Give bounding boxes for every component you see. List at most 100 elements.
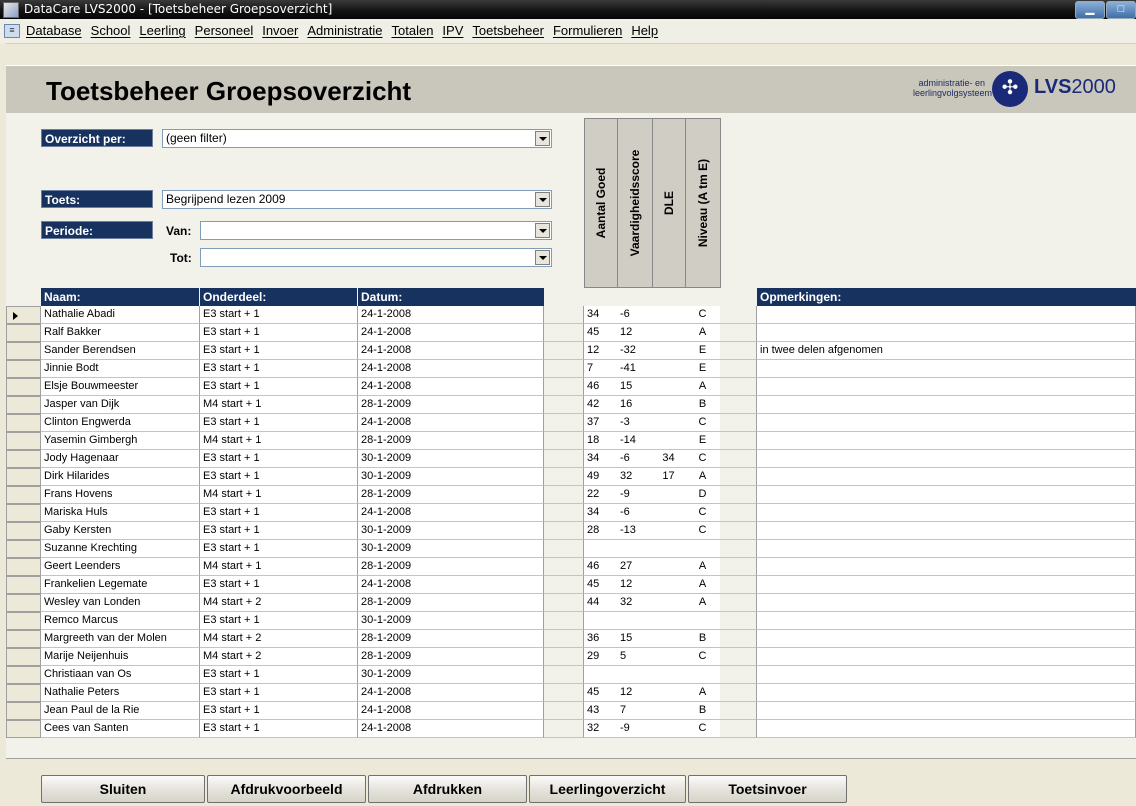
cell-goed[interactable]: 29 [584,648,618,666]
cell-onderdeel[interactable]: E3 start + 1 [200,468,358,486]
van-combo[interactable] [200,221,552,240]
cell-dle[interactable] [652,648,686,666]
cell-niveau[interactable]: B [685,396,721,414]
cell-datum[interactable]: 24-1-2008 [358,504,544,522]
row-selector[interactable] [6,396,41,414]
table-row[interactable]: Mariska Huls E3 start + 1 24-1-2008 34 -6 C [6,504,1136,522]
cell-opm[interactable] [757,450,1136,468]
cell-onderdeel[interactable]: E3 start + 1 [200,540,358,558]
cell-onderdeel[interactable]: E3 start + 1 [200,666,358,684]
cell-datum[interactable]: 28-1-2009 [358,630,544,648]
cell-onderdeel[interactable]: E3 start + 1 [200,324,358,342]
cell-naam[interactable]: Wesley van Londen [41,594,200,612]
cell-datum[interactable]: 24-1-2008 [358,702,544,720]
cell-opm[interactable] [757,414,1136,432]
cell-naam[interactable]: Gaby Kersten [41,522,200,540]
table-row[interactable]: Margreeth van der Molen M4 start + 2 28-1-… [6,630,1136,648]
sluiten-button[interactable]: Sluiten [41,775,205,803]
cell-datum[interactable]: 28-1-2009 [358,558,544,576]
cell-niveau[interactable]: B [685,630,721,648]
row-selector[interactable] [6,594,41,612]
leerlingoverzicht-button[interactable]: Leerlingoverzicht [529,775,686,803]
cell-vaard[interactable]: -9 [617,486,653,504]
table-row[interactable]: Frankelien Legemate E3 start + 1 24-1-2008… [6,576,1136,594]
cell-datum[interactable]: 30-1-2009 [358,450,544,468]
cell-opm[interactable] [757,612,1136,630]
menu-help[interactable]: Help [631,23,658,38]
row-selector[interactable] [6,504,41,522]
table-row[interactable]: Dirk Hilarides E3 start + 1 30-1-2009 49 32 1… [6,468,1136,486]
cell-goed[interactable]: 42 [584,396,618,414]
header-opmerkingen[interactable]: Opmerkingen: [757,288,1136,306]
toetsinvoer-button[interactable]: Toetsinvoer [688,775,847,803]
row-selector[interactable] [6,540,41,558]
cell-dle[interactable] [652,342,686,360]
cell-dle[interactable] [652,612,686,630]
cell-vaard[interactable]: 5 [617,648,653,666]
cell-datum[interactable]: 30-1-2009 [358,522,544,540]
document-menu-icon[interactable]: ≡ [4,24,20,38]
overzicht-combo[interactable]: (geen filter) [162,129,552,148]
cell-niveau[interactable]: C [685,414,721,432]
cell-vaard[interactable]: 7 [617,702,653,720]
tot-combo[interactable] [200,248,552,267]
cell-goed[interactable]: 36 [584,630,618,648]
cell-opm[interactable] [757,540,1136,558]
menu-formulieren[interactable]: Formulieren [553,23,622,38]
menu-administratie[interactable]: Administratie [307,23,382,38]
table-row[interactable]: Suzanne Krechting E3 start + 1 30-1-2009 [6,540,1136,558]
cell-niveau[interactable]: C [685,450,721,468]
cell-opm[interactable] [757,306,1136,324]
cell-vaard[interactable]: 12 [617,324,653,342]
cell-onderdeel[interactable]: M4 start + 2 [200,630,358,648]
cell-opm[interactable] [757,396,1136,414]
cell-vaard[interactable]: -13 [617,522,653,540]
cell-vaard[interactable] [617,666,653,684]
cell-goed[interactable]: 34 [584,306,618,324]
cell-dle[interactable] [652,720,686,738]
cell-vaard[interactable]: -6 [617,504,653,522]
cell-onderdeel[interactable]: E3 start + 1 [200,306,358,324]
cell-niveau[interactable]: C [685,504,721,522]
table-row[interactable]: Yasemin Gimbergh M4 start + 1 28-1-2009 18-… [6,432,1136,450]
cell-niveau[interactable]: A [685,378,721,396]
table-row[interactable]: Wesley van Londen M4 start + 2 28-1-2009 44… [6,594,1136,612]
cell-dle[interactable] [652,558,686,576]
cell-dle[interactable] [652,396,686,414]
table-row[interactable]: Marije Neijenhuis M4 start + 2 28-1-2009 29… [6,648,1136,666]
menu-leerling[interactable]: Leerling [139,23,185,38]
cell-naam[interactable]: Jinnie Bodt [41,360,200,378]
restore-button[interactable]: □ [1106,1,1136,19]
row-selector[interactable] [6,666,41,684]
cell-vaard[interactable]: 27 [617,558,653,576]
chevron-down-icon[interactable] [535,250,550,265]
menu-totalen[interactable]: Totalen [392,23,434,38]
table-row[interactable]: Gaby Kersten E3 start + 1 30-1-2009 28 -13 C [6,522,1136,540]
cell-goed[interactable]: 34 [584,450,618,468]
cell-opm[interactable] [757,432,1136,450]
cell-onderdeel[interactable]: E3 start + 1 [200,414,358,432]
menu-personeel[interactable]: Personeel [195,23,254,38]
cell-onderdeel[interactable]: E3 start + 1 [200,684,358,702]
cell-niveau[interactable]: E [685,432,721,450]
cell-onderdeel[interactable]: E3 start + 1 [200,576,358,594]
cell-datum[interactable]: 24-1-2008 [358,720,544,738]
cell-opm[interactable] [757,702,1136,720]
cell-naam[interactable]: Dirk Hilarides [41,468,200,486]
cell-dle[interactable] [652,414,686,432]
chevron-down-icon[interactable] [535,192,550,207]
cell-datum[interactable]: 30-1-2009 [358,540,544,558]
cell-dle[interactable] [652,486,686,504]
cell-vaard[interactable] [617,612,653,630]
cell-dle[interactable] [652,576,686,594]
cell-onderdeel[interactable]: E3 start + 1 [200,522,358,540]
cell-naam[interactable]: Clinton Engwerda [41,414,200,432]
cell-opm[interactable] [757,666,1136,684]
cell-naam[interactable]: Christiaan van Os [41,666,200,684]
cell-vaard[interactable]: 32 [617,468,653,486]
cell-naam[interactable]: Suzanne Krechting [41,540,200,558]
cell-opm[interactable] [757,504,1136,522]
cell-opm[interactable] [757,486,1136,504]
row-selector[interactable] [6,342,41,360]
cell-onderdeel[interactable]: E3 start + 1 [200,612,358,630]
